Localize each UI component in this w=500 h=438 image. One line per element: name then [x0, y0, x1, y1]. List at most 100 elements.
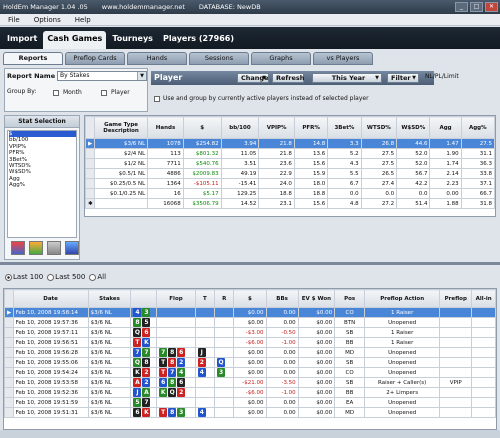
table-row[interactable]: Feb 10, 2008 19:56:51 $3/6 NL T K -$6.00 -1.0…: [4, 337, 496, 348]
tab-players[interactable]: Players (27966): [159, 31, 238, 49]
row-indicator: [85, 148, 95, 159]
period-label: This Year: [331, 74, 366, 82]
totals-row[interactable]: ✱ 16068 $3506.79 14.52 23.1 15.6 4.8 27.2 51.4 1.…: [85, 198, 496, 209]
col-hole-cards[interactable]: [130, 289, 158, 308]
col-turn[interactable]: T: [194, 289, 216, 308]
tab-preflop-cards[interactable]: Preflop Cards: [65, 52, 125, 65]
save-stat-icon[interactable]: [65, 241, 79, 255]
tab-graphs[interactable]: Graphs: [251, 52, 311, 65]
last500-radio[interactable]: Last 500: [47, 273, 85, 281]
tab-tourneys[interactable]: Tourneys: [108, 31, 157, 49]
table-row[interactable]: $0.1/0.25 NL 16 $5.17 129.25 18.8 18.8 0.0 0.0 0…: [85, 188, 496, 199]
col-flop[interactable]: Flop: [156, 289, 196, 308]
table-cell: 1.74: [429, 158, 462, 169]
card-icon: K: [159, 388, 168, 397]
menu-file[interactable]: File: [8, 16, 20, 24]
col-pos[interactable]: Pos: [334, 289, 366, 308]
stat-list[interactable]: $ bb/100 VPIP% PFR% 3Bet% WTSD% W$SD% Ag…: [7, 130, 77, 238]
col-vpip[interactable]: VPIP%: [258, 116, 295, 139]
database-label: DATABASE: NewDB: [198, 3, 261, 11]
col-agg-pct[interactable]: Agg%: [460, 116, 496, 139]
filter-button[interactable]: Filter ▼: [387, 73, 419, 83]
edit-stat-icon[interactable]: [47, 241, 61, 255]
remove-stat-icon[interactable]: [29, 241, 43, 255]
month-checkbox[interactable]: [53, 90, 59, 96]
col-allin[interactable]: All-in: [471, 289, 496, 308]
table-cell: JA: [130, 387, 158, 398]
close-icon[interactable]: ✕: [485, 2, 498, 12]
menu-options[interactable]: Options: [34, 16, 61, 24]
all-radio[interactable]: All: [89, 273, 106, 281]
col-3bet[interactable]: 3Bet%: [327, 116, 362, 139]
col-date[interactable]: Date: [12, 289, 89, 308]
table-cell: $3/6 NL: [87, 347, 132, 358]
col-wsd[interactable]: W$SD%: [396, 116, 431, 139]
table-row[interactable]: Feb 10, 2008 19:56:28 $3/6 NL 7 7 7 8 6 J $0.00 0…: [4, 347, 496, 358]
table-cell: [156, 317, 196, 328]
period-select[interactable]: This Year ▼: [312, 73, 382, 83]
add-stat-icon[interactable]: [11, 241, 25, 255]
col-hands[interactable]: Hands: [147, 116, 184, 139]
table-row[interactable]: Feb 10, 2008 19:52:36 $3/6 NL J A K Q 2 -$6.00-…: [4, 387, 496, 398]
table-row[interactable]: Feb 10, 2008 19:51:31 $3/6 NL 6 K T 8 3 4 $0.00 0…: [4, 407, 496, 418]
col-dollars[interactable]: $: [182, 116, 222, 139]
menu-bar: File Options Help: [0, 14, 500, 26]
card-icon: Q: [133, 358, 142, 367]
col-won[interactable]: $: [233, 289, 267, 308]
maximize-icon[interactable]: □: [470, 2, 483, 12]
minimize-icon[interactable]: _: [455, 2, 468, 12]
col-bbs[interactable]: BBs: [265, 289, 299, 308]
col-preflop-action[interactable]: Preflop Action: [364, 289, 441, 308]
col-agg[interactable]: Agg: [429, 116, 462, 139]
tab-hands[interactable]: Hands: [127, 52, 187, 65]
tab-cash-games[interactable]: Cash Games: [43, 31, 107, 49]
col-stakes[interactable]: Stakes: [87, 289, 132, 308]
table-cell: 44.6: [396, 138, 431, 149]
table-row[interactable]: ▶ Feb 10, 2008 19:58:14 $3/6 NL 4 3 $0.00 0.00…: [4, 307, 496, 318]
tab-sessions[interactable]: Sessions: [189, 52, 249, 65]
table-row[interactable]: Feb 10, 2008 19:53:58 $3/6 NL A 2 6 8 6 -$21.00…: [4, 377, 496, 388]
table-row[interactable]: $2/4 NL 113 $801.32 11.05 21.8 13.6 5.2 27.5 52.…: [85, 148, 496, 159]
table-cell: $3/6 NL: [87, 397, 132, 408]
menu-help[interactable]: Help: [75, 16, 91, 24]
player-checkbox[interactable]: [101, 90, 107, 96]
last100-label: Last 100: [13, 273, 44, 281]
change-button[interactable]: Change ▼: [237, 73, 269, 83]
col-river[interactable]: R: [214, 289, 235, 308]
table-cell: -$6.00: [233, 337, 267, 348]
table-row[interactable]: ▶ $3/6 NL 1078 $254.82 3.94 21.8 14.8 3.3 26.8 44…: [85, 138, 496, 149]
table-row[interactable]: Feb 10, 2008 19:57:11 $3/6 NL Q 6 -$3.00 -0.5…: [4, 327, 496, 338]
table-cell: $0.5/1 NL: [93, 168, 149, 179]
table-row[interactable]: Feb 10, 2008 19:57:36 $3/6 NL 8 5 $0.00 0.00 $…: [4, 317, 496, 328]
table-cell: Feb 10, 2008 19:51:31: [12, 407, 89, 418]
table-row[interactable]: $0.5/1 NL 4886 $2009.83 49.19 22.9 15.9 5.5 26.…: [85, 168, 496, 179]
col-bb100[interactable]: bb/100: [220, 116, 260, 139]
table-row[interactable]: $0.25/0.5 NL 1364 -$105.11 -15.41 24.0 18.0 6.…: [85, 178, 496, 189]
table-cell: Q8: [130, 357, 158, 368]
col-pfr[interactable]: PFR%: [293, 116, 329, 139]
table-row[interactable]: Feb 10, 2008 19:54:24 $3/6 NL K 2 T 7 4 4 3 $0.00…: [4, 367, 496, 378]
report-name-select[interactable]: By Stakes ▼: [57, 71, 147, 81]
card-icon: 3: [217, 368, 226, 377]
col-ev-won[interactable]: EV $ Won: [297, 289, 336, 308]
use-group-checkbox[interactable]: [154, 96, 160, 102]
refresh-button[interactable]: Refresh: [272, 73, 304, 83]
card-icon: 8: [168, 358, 177, 367]
tab-reports[interactable]: Reports: [3, 52, 63, 65]
tab-vs-players[interactable]: vs Players: [313, 52, 373, 65]
tab-import[interactable]: Import: [3, 31, 41, 49]
col-wtsd[interactable]: WTSD%: [360, 116, 398, 139]
table-cell: $540.76: [182, 158, 222, 169]
table-row[interactable]: Feb 10, 2008 19:51:59 $3/6 NL 5 7 $0.00 0.00 $…: [4, 397, 496, 408]
table-cell: Unopened: [364, 357, 441, 368]
last100-radio[interactable]: Last 100: [5, 273, 43, 281]
splitter[interactable]: [0, 262, 500, 265]
col-game-type[interactable]: Game Type Description: [93, 116, 149, 139]
table-row[interactable]: $1/2 NL 7711 $540.76 3.51 23.6 15.6 4.3 27.5 52.…: [85, 158, 496, 169]
table-cell: MD: [334, 347, 366, 358]
col-preflop[interactable]: Preflop: [439, 289, 473, 308]
table-cell: 0.00: [429, 188, 462, 199]
stat-item[interactable]: Agg%: [9, 182, 76, 188]
table-row[interactable]: Feb 10, 2008 19:55:06 $3/6 NL Q 8 T 8 2 2 Q $0.00…: [4, 357, 496, 368]
table-cell: 15.6: [293, 198, 329, 209]
